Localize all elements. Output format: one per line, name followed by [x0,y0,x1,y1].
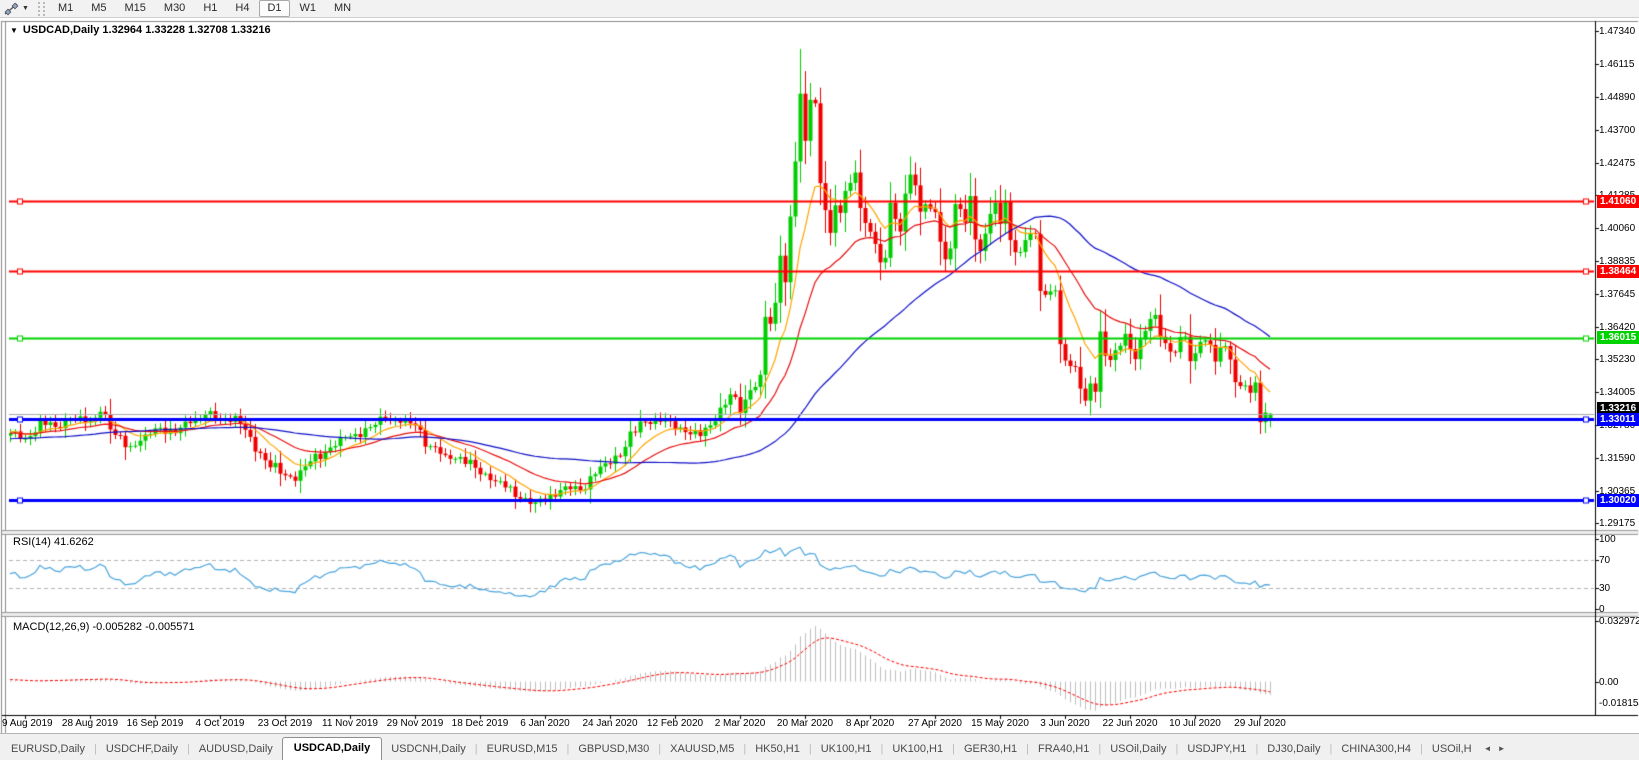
toolbar-grip [37,1,45,16]
chart-tab-usoil-h[interactable]: USOil,H [1423,739,1481,760]
price-chart-canvas[interactable] [0,0,1639,760]
timeframe-button-d1[interactable]: D1 [259,0,290,17]
line-tool-button[interactable]: ▼ [0,0,36,17]
chart-tab-gbpusd-m30[interactable]: GBPUSD,M30 [569,739,658,760]
timeframe-button-m5[interactable]: M5 [83,0,114,17]
chart-tab-usoil-daily[interactable]: USOil,Daily [1101,739,1175,760]
chart-tab-bar: EURUSD,Daily | USDCHF,Daily | AUDUSD,Daily US… [0,733,1639,760]
chart-tab-hk50-h1[interactable]: HK50,H1 [746,739,809,760]
chart-toolbar: ▼ M1 M5 M15 M30 H1 H4 D1 W1 MN [0,0,1639,18]
timeframe-button-w1[interactable]: W1 [292,0,325,17]
chart-tab-audusd-daily[interactable]: AUDUSD,Daily [190,739,282,760]
timeframe-button-m15[interactable]: M15 [117,0,154,17]
chart-tab-china300-h4[interactable]: CHINA300,H4 [1332,739,1420,760]
line-studies-icon [4,2,19,15]
chart-tab-xauusd-m5[interactable]: XAUUSD,M5 [661,739,743,760]
chart-tab-ger30-h1[interactable]: GER30,H1 [955,739,1026,760]
chart-tab-uk100-h1[interactable]: UK100,H1 [883,739,952,760]
timeframe-button-h1[interactable]: H1 [195,0,225,17]
mt4-window: ▼ M1 M5 M15 M30 H1 H4 D1 W1 MN ▼ USDCAD,Daily 1.… [0,0,1639,760]
tab-scroll-right-icon[interactable]: ► [1495,744,1509,760]
timeframe-button-h4[interactable]: H4 [227,0,257,17]
chart-tab-usdjpy-h1[interactable]: USDJPY,H1 [1178,739,1255,760]
chart-tab-uk100-h1[interactable]: UK100,H1 [812,739,881,760]
chart-tab-usdcnh-daily[interactable]: USDCNH,Daily [382,739,475,760]
timeframe-button-m30[interactable]: M30 [156,0,193,17]
timeframe-button-mn[interactable]: MN [326,0,359,17]
timeframe-button-group: M1 M5 M15 M30 H1 H4 D1 W1 MN [49,0,360,17]
chart-tab-dj30-daily[interactable]: DJ30,Daily [1258,739,1329,760]
chart-tab-eurusd-daily[interactable]: EURUSD,Daily [2,739,94,760]
chart-tab-usdcad-daily[interactable]: USDCAD,Daily [281,737,383,760]
timeframe-button-m1[interactable]: M1 [50,0,81,17]
tab-scroll-left-icon[interactable]: ◄ [1481,744,1495,760]
toolbar-dropdown-caret-icon[interactable]: ▼ [20,5,33,12]
chart-tab-eurusd-m15[interactable]: EURUSD,M15 [478,739,567,760]
chart-tab-usdchf-daily[interactable]: USDCHF,Daily [97,739,187,760]
chart-tab-fra40-h1[interactable]: FRA40,H1 [1029,739,1098,760]
